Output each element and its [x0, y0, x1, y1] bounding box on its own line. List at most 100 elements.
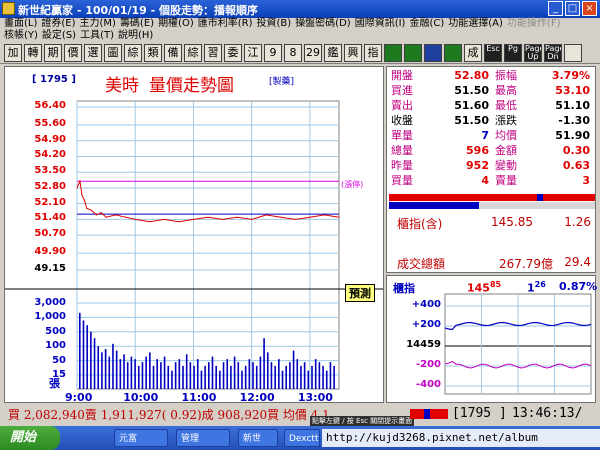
index-tick-label: -200 [415, 359, 441, 370]
quote-label: 最高 [495, 84, 517, 97]
total-amount-value: 267.79億 [499, 257, 553, 271]
volume-bar [255, 365, 258, 389]
toolbar-button-19[interactable]: 指 [364, 44, 382, 62]
toolbar-button-15[interactable]: 8 [284, 44, 302, 62]
toolbar-button-28[interactable]: Page Dn [544, 44, 562, 62]
volume-bar [222, 362, 225, 389]
minimize-button[interactable]: _ [548, 1, 563, 16]
window-titlebar[interactable]: 新世紀贏家 - 100/01/19 - 個股走勢：播報順序 _ □ × [0, 0, 600, 18]
toolbar-button-1[interactable]: 加 [4, 44, 22, 62]
toolbar-button-25[interactable]: Esc [484, 44, 502, 62]
volume-bar [230, 365, 232, 389]
menu-item-3[interactable]: 主力(M) [80, 18, 116, 29]
price-point [265, 214, 267, 216]
volume-bar [112, 343, 114, 389]
price-point [134, 218, 136, 221]
volume-bar [182, 365, 184, 389]
price-point [338, 216, 340, 218]
toolbar-button-4[interactable]: 價 [64, 44, 82, 62]
toolbar-button-12[interactable]: 委 [224, 44, 242, 62]
predict-button[interactable]: 預測 [345, 284, 375, 302]
menu-item-row2-1[interactable]: 核帳(Y) [4, 30, 38, 41]
status-stock-code[interactable]: [1795 ] [452, 406, 507, 421]
volume-bar [307, 370, 310, 389]
trade-summary: 買 2,082,940賣 1,911,927( 0.92)成 908,920買 … [8, 408, 330, 422]
toolbar-button-5[interactable]: 選 [84, 44, 102, 62]
price-point [280, 216, 282, 218]
close-button[interactable]: × [582, 1, 597, 16]
task-item-2[interactable]: 管理 [176, 429, 230, 447]
toolbar-button-17[interactable]: 鑑 [324, 44, 342, 62]
menu-item-row2-3[interactable]: 工具(T) [80, 30, 114, 41]
volume-bar [314, 359, 317, 389]
quote-row: 總量 596 金額 0.30 [387, 144, 597, 158]
start-button[interactable]: 開始 [0, 426, 60, 450]
x-tick-label: 10:00 [123, 391, 159, 404]
total-amount-label: 成交總額 [397, 257, 446, 271]
toolbar-button-9[interactable]: 備 [164, 44, 182, 62]
price-point [178, 221, 180, 223]
menu-item-7[interactable]: 投資(B) [257, 18, 292, 29]
industry-label[interactable]: [製藥] [269, 74, 294, 87]
menu-item-6[interactable]: 匯市利率(R) [198, 18, 253, 29]
toolbar-button-22[interactable] [424, 44, 442, 62]
menubar: 畫面(L) 證券(E) 主力(M) 籌碼(E) 期權(O) 匯市利率(R) 投資(B) 操盤密… [0, 18, 600, 42]
toolbar-button-2[interactable]: 轉 [24, 44, 42, 62]
toolbar-button-11[interactable]: 習 [204, 44, 222, 62]
volume-bar [278, 359, 280, 389]
toolbar-button-20[interactable] [384, 44, 402, 62]
menu-item-row2-4[interactable]: 說明(H) [118, 30, 153, 41]
quote-label: 均價 [495, 129, 517, 142]
price-tick-label: 51.40 [34, 212, 66, 224]
maximize-button[interactable]: □ [565, 1, 580, 16]
toolbar-button-29[interactable] [564, 44, 582, 62]
price-volume-chart: [ 1795 ] 美時 量價走勢圖 [製藥] (漲停) 張 預測 9:00 10:0… [4, 66, 384, 404]
quote-label: 買量 [391, 174, 413, 187]
toolbar-button-16[interactable]: 29 [304, 44, 322, 62]
volume-bar [226, 359, 229, 389]
price-point [294, 218, 296, 221]
price-point [323, 214, 326, 216]
toolbar-button-3[interactable]: 期 [44, 44, 62, 62]
task-item-1[interactable]: 元富 [114, 429, 168, 447]
quote-value: 0.63 [562, 159, 590, 172]
menu-item-1[interactable]: 畫面(L) [4, 18, 37, 29]
menu-item-row2-2[interactable]: 設定(S) [42, 30, 76, 41]
toolbar-button-7[interactable]: 綜 [124, 44, 142, 62]
volume-bar [274, 365, 276, 389]
toolbar-button-6[interactable]: 圖 [104, 44, 122, 62]
quote-row: 買量 4 賣量 3 [387, 174, 597, 188]
volume-tick-label: 3,000 [34, 297, 66, 308]
toolbar-button-26[interactable]: Pg [504, 44, 522, 62]
task-item-4[interactable]: Dexctt [284, 429, 320, 447]
quote-value: 51.10 [555, 99, 590, 112]
quote-label: 買進 [391, 84, 413, 97]
menu-item-4[interactable]: 籌碼(E) [120, 18, 154, 29]
volume-bar [289, 362, 291, 389]
index-tick-label: -400 [415, 379, 441, 390]
toolbar-button-21[interactable] [404, 44, 422, 62]
toolbar-button-13[interactable]: 江 [244, 44, 262, 62]
toolbar-button-23[interactable] [444, 44, 462, 62]
menu-item-2[interactable]: 證券(E) [41, 18, 75, 29]
stock-code: [ 1795 ] [32, 74, 76, 85]
toolbar-button-10[interactable]: 綜 [184, 44, 202, 62]
toolbar-button-14[interactable]: 9 [264, 44, 282, 62]
toolbar-button-18[interactable]: 興 [344, 44, 362, 62]
toolbar-button-8[interactable]: 類 [144, 44, 162, 62]
toolbar-button-24[interactable]: 成 [464, 44, 482, 62]
volume-tick-label: 500 [45, 325, 66, 337]
menu-item-11[interactable]: 功能選擇(A) [448, 18, 503, 29]
menu-item-5[interactable]: 期權(O) [158, 18, 194, 29]
volume-tick-label: 1,000 [34, 311, 66, 323]
price-point [124, 216, 127, 218]
menu-item-10[interactable]: 金融(C) [409, 18, 444, 29]
task-item-3[interactable]: 新世 [238, 429, 278, 447]
menu-item-9[interactable]: 國際資訊(I) [355, 18, 406, 29]
menu-item-8[interactable]: 操盤密碼(D) [295, 18, 351, 29]
taskbar: 開始 元富 管理 新世 Dexctt http://kujd3268.pixne… [0, 426, 600, 450]
otc-index-value: 145.85 [491, 215, 533, 229]
index-tick-label: +400 [411, 299, 441, 310]
quote-value: 51.50 [454, 114, 489, 127]
toolbar-button-27[interactable]: Page Up [524, 44, 542, 62]
